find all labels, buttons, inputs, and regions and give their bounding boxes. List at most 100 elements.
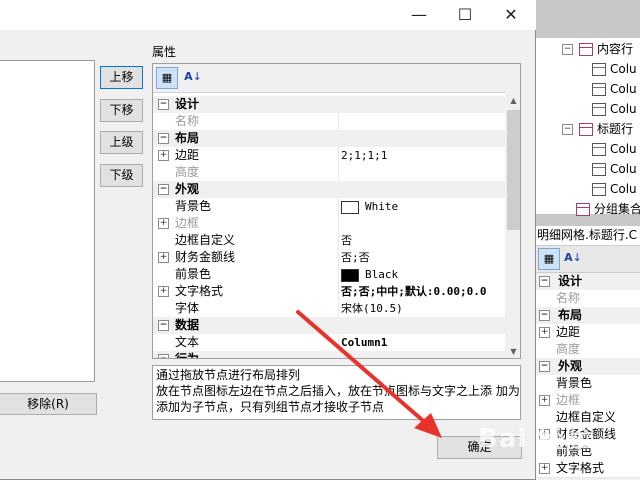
alphabetical-sort-icon[interactable]: A↓: [182, 67, 204, 89]
collapse-icon[interactable]: −: [158, 133, 169, 144]
column-divider[interactable]: [338, 232, 339, 249]
property-row[interactable]: 背景色 White: [153, 198, 505, 216]
property-name: 设计: [175, 97, 200, 111]
property-row[interactable]: 前景色 Black: [153, 266, 505, 284]
tree-node[interactable]: Colu: [592, 80, 637, 98]
column-divider[interactable]: [338, 300, 339, 317]
alphabetical-sort-icon[interactable]: A↓: [562, 248, 584, 270]
grid-property-row[interactable]: 名称: [536, 290, 640, 308]
column-divider[interactable]: [338, 334, 339, 351]
tree-node[interactable]: 分组集合: [576, 200, 640, 218]
property-value[interactable]: Column1: [341, 334, 387, 351]
tree-node[interactable]: Colu: [592, 60, 637, 78]
property-row[interactable]: + 边框: [153, 215, 505, 233]
tree-node[interactable]: − 标题行: [562, 120, 633, 138]
maximize-button[interactable]: ☐: [442, 0, 488, 30]
property-row[interactable]: + 边距 2;1;1;1: [153, 147, 505, 165]
vertical-scrollbar[interactable]: ▲ ▼: [505, 92, 520, 358]
scroll-down-icon[interactable]: ▼: [505, 343, 520, 358]
property-category-row[interactable]: − 行为: [153, 351, 505, 359]
column-divider[interactable]: [338, 198, 339, 215]
property-name: 字体: [175, 301, 200, 315]
grid-property-row[interactable]: + 边框: [536, 392, 640, 410]
property-name: 文字格式: [175, 284, 224, 298]
property-name: 文本: [175, 335, 200, 349]
grid-category-row[interactable]: − 设计: [536, 273, 640, 290]
categorized-icon[interactable]: ▦: [156, 67, 178, 89]
column-divider[interactable]: [338, 283, 339, 300]
property-name: 行为: [175, 352, 200, 359]
tree-node[interactable]: Colu: [592, 100, 637, 118]
tree-node[interactable]: Colu: [592, 140, 637, 158]
expand-icon[interactable]: +: [539, 327, 550, 338]
property-value-text: White: [365, 200, 399, 213]
grid-row-label: 布局: [558, 308, 583, 322]
column-divider[interactable]: [338, 164, 339, 181]
property-category-row[interactable]: − 数据: [153, 317, 505, 334]
grid-property-row[interactable]: + 文字格式: [536, 460, 640, 478]
property-category-row[interactable]: − 设计: [153, 96, 505, 113]
table-icon: [592, 183, 606, 196]
tree-node-label: Colu: [610, 162, 637, 176]
collapse-icon[interactable]: −: [158, 99, 169, 110]
property-row[interactable]: 高度: [153, 164, 505, 182]
scroll-thumb[interactable]: [507, 110, 520, 230]
grid-category-row[interactable]: − 布局: [536, 307, 640, 324]
grid-property-row[interactable]: 背景色: [536, 375, 640, 393]
property-row[interactable]: 边框自定义 否: [153, 232, 505, 250]
column-list[interactable]: [0, 60, 95, 382]
property-row[interactable]: 文本 Column1: [153, 334, 505, 352]
column-divider[interactable]: [338, 147, 339, 164]
tree-node[interactable]: Colu: [592, 180, 637, 198]
collapse-icon[interactable]: −: [562, 124, 573, 135]
categorized-icon[interactable]: ▦: [538, 248, 560, 270]
collapse-icon[interactable]: −: [539, 276, 550, 287]
collapse-icon[interactable]: −: [158, 320, 169, 331]
tree-node-label: 标题行: [597, 122, 634, 136]
expand-icon[interactable]: +: [539, 395, 550, 406]
property-value[interactable]: Black: [341, 266, 398, 283]
property-row[interactable]: 名称: [153, 113, 505, 131]
grid-property-row[interactable]: + 边距: [536, 324, 640, 342]
property-name: 布局: [175, 131, 200, 145]
property-category-row[interactable]: − 布局: [153, 130, 505, 147]
expand-icon[interactable]: +: [158, 218, 169, 229]
expand-icon[interactable]: +: [158, 252, 169, 263]
grid-row-label: 文字格式: [556, 461, 605, 475]
grid-category-row[interactable]: − 外观: [536, 358, 640, 375]
collapse-icon[interactable]: −: [562, 44, 573, 55]
remove-button[interactable]: 移除(R): [0, 393, 97, 415]
column-divider[interactable]: [338, 249, 339, 266]
property-row[interactable]: + 文字格式 否;否;中中;默认:0.00;0.0: [153, 283, 505, 301]
collapse-icon[interactable]: −: [539, 361, 550, 372]
tree-node[interactable]: − 内容行: [562, 40, 633, 58]
property-row[interactable]: 字体 宋体(10.5): [153, 300, 505, 318]
table-icon: [579, 123, 593, 136]
level-down-button[interactable]: 下级: [100, 164, 143, 187]
column-divider[interactable]: [338, 113, 339, 130]
move-down-button[interactable]: 下移: [100, 99, 143, 122]
property-value[interactable]: White: [341, 198, 398, 215]
collapse-icon[interactable]: −: [158, 184, 169, 195]
property-value[interactable]: 宋体(10.5): [341, 300, 403, 317]
collapse-icon[interactable]: −: [539, 310, 550, 321]
grid-property-row[interactable]: 高度: [536, 341, 640, 359]
scroll-up-icon[interactable]: ▲: [505, 92, 520, 109]
property-row[interactable]: + 财务金额线 否;否: [153, 249, 505, 267]
property-value[interactable]: 否;否;中中;默认:0.00;0.0: [341, 283, 486, 300]
expand-icon[interactable]: +: [158, 286, 169, 297]
tree-node[interactable]: Colu: [592, 160, 637, 178]
column-divider[interactable]: [338, 215, 339, 232]
collapse-icon[interactable]: −: [158, 354, 169, 358]
expand-icon[interactable]: +: [158, 150, 169, 161]
property-value[interactable]: 否;否: [341, 249, 370, 266]
property-category-row[interactable]: − 外观: [153, 181, 505, 198]
property-value[interactable]: 2;1;1;1: [341, 147, 387, 164]
expand-icon[interactable]: +: [539, 463, 550, 474]
move-up-button[interactable]: 上移: [100, 66, 143, 89]
minimize-button[interactable]: —: [396, 0, 442, 30]
level-up-button[interactable]: 上级: [100, 131, 143, 154]
close-button[interactable]: ✕: [488, 0, 534, 30]
property-value[interactable]: 否: [341, 232, 352, 249]
column-divider[interactable]: [338, 266, 339, 283]
